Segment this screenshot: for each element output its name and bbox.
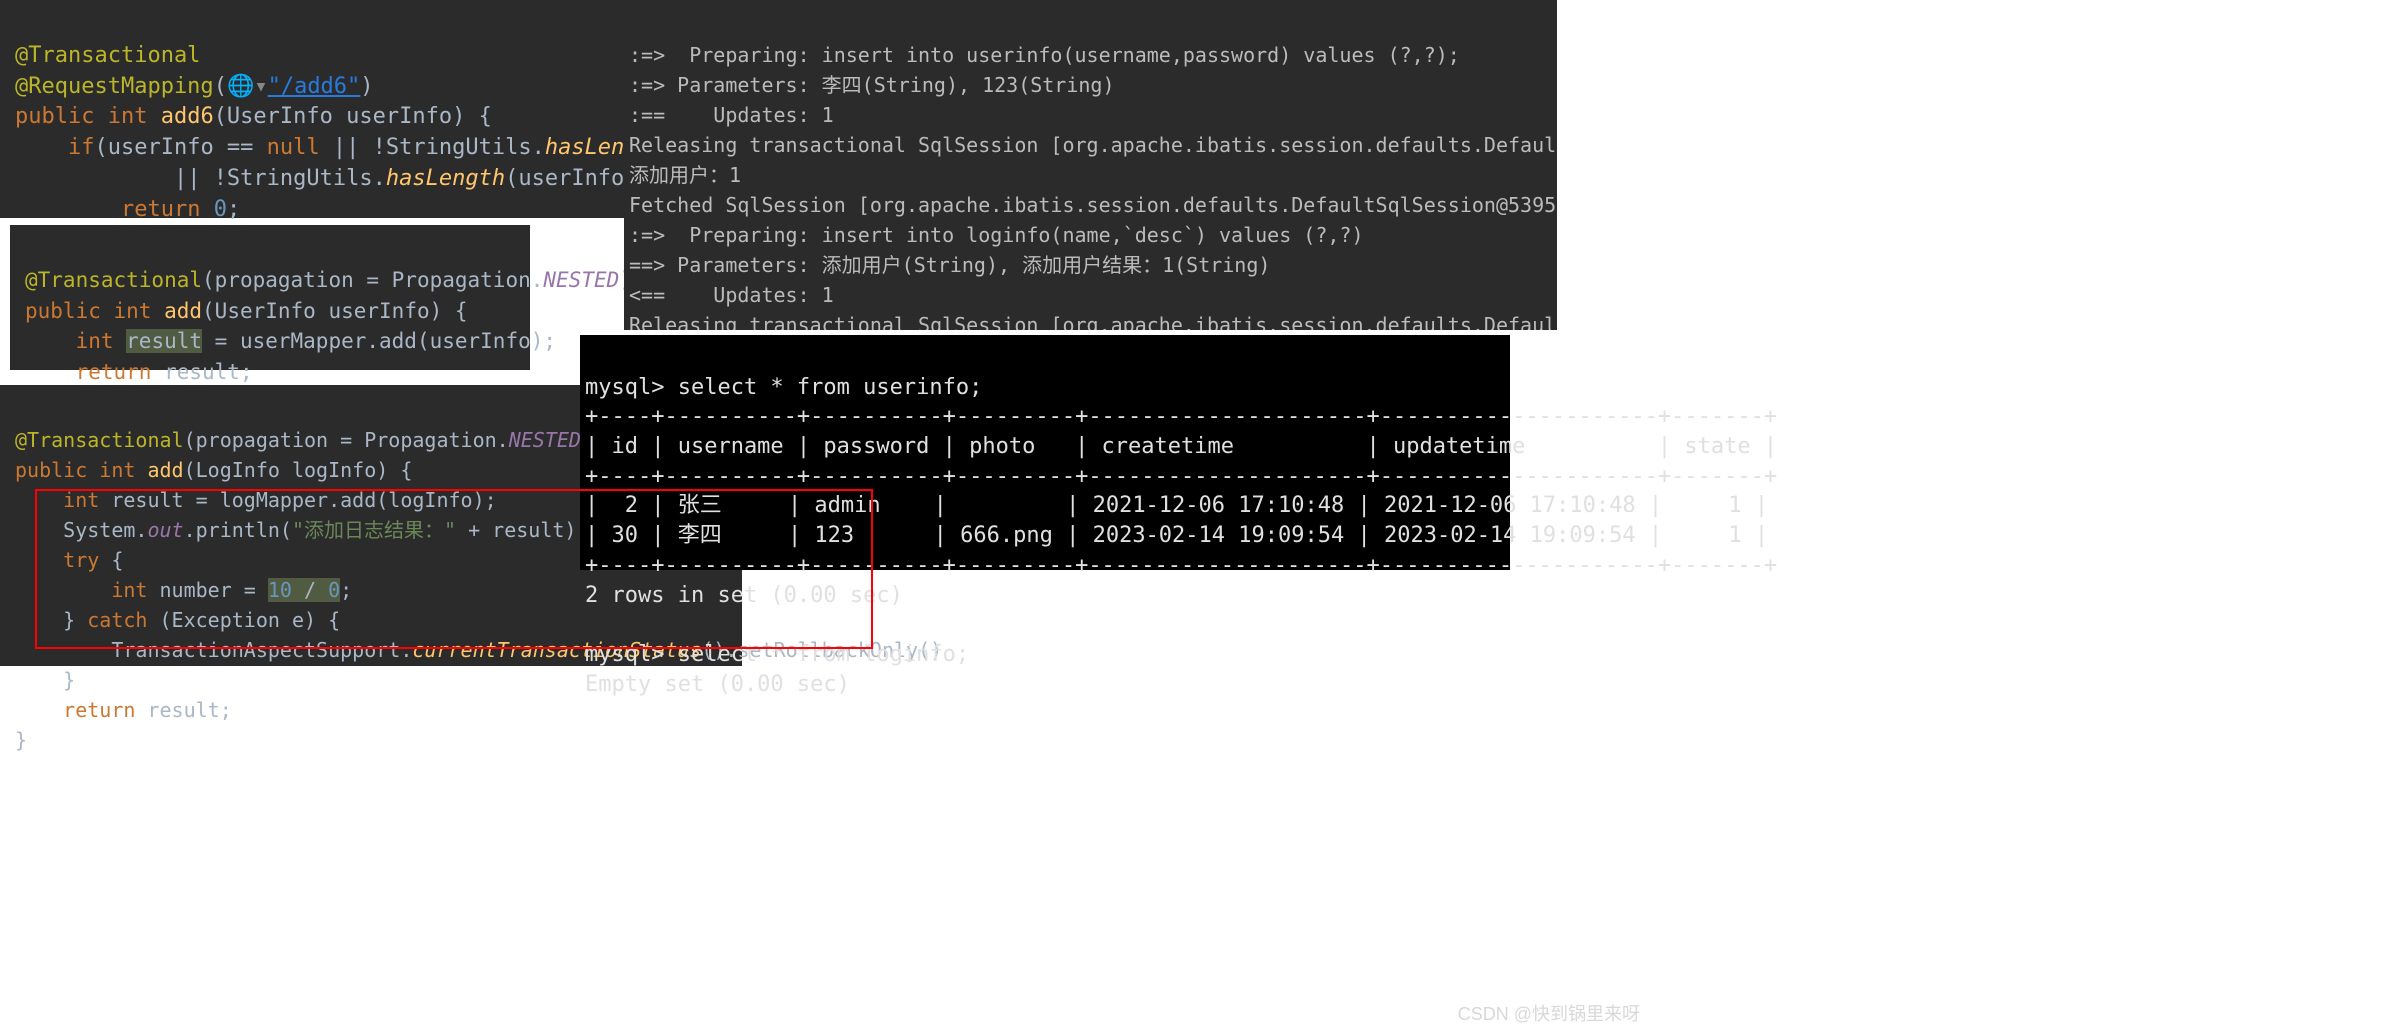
mysql-terminal[interactable]: mysql> select * from userinfo; +----+---… xyxy=(580,335,1510,570)
table-separator: +----+----------+----------+---------+--… xyxy=(585,464,1777,489)
annotation-transactional: @Transactional xyxy=(15,428,184,452)
method-add: add xyxy=(147,458,183,482)
annotation-transactional: @Transactional xyxy=(15,43,200,68)
table-header: | id | username | password | photo | cre… xyxy=(585,434,1777,459)
log-line: Releasing transactional SqlSession [org.… xyxy=(629,133,1557,157)
annotation-transactional: @Transactional xyxy=(25,268,202,292)
log-line: Releasing transactional SqlSession [org.… xyxy=(629,313,1557,330)
table-separator: +----+----------+----------+---------+--… xyxy=(585,404,1777,429)
table-row: | 30 | 李四 | 123 | 666.png | 2023-02-14 1… xyxy=(585,523,1768,548)
table-separator: +----+----------+----------+---------+--… xyxy=(585,553,1777,578)
table-row: | 2 | 张三 | admin | | 2021-12-06 17:10:48… xyxy=(585,493,1768,518)
log-line: :== Updates: 1 xyxy=(629,103,834,127)
code-editor-add6[interactable]: @Transactional @RequestMapping(🌐▾"/add6"… xyxy=(0,0,627,218)
log-line: :=> Preparing: insert into userinfo(user… xyxy=(629,43,1460,67)
log-line: Fetched SqlSession [org.apache.ibatis.se… xyxy=(629,193,1557,217)
sql-query: mysql> select * from loginfo; xyxy=(585,642,969,667)
annotation-requestmapping: @RequestMapping xyxy=(15,74,214,99)
code-editor-add-user[interactable]: @Transactional(propagation = Propagation… xyxy=(10,225,530,370)
watermark: CSDN @快到锅里来呀 xyxy=(1458,1000,1640,1026)
log-line: 添加用户：1 xyxy=(629,163,741,187)
log-line: :=> Preparing: insert into loginfo(name,… xyxy=(629,223,1364,247)
log-line: <== Updates: 1 xyxy=(629,283,834,307)
globe-icon: 🌐▾ xyxy=(227,74,268,99)
row-count: 2 rows in set (0.00 sec) xyxy=(585,583,903,608)
console-log[interactable]: :=> Preparing: insert into userinfo(user… xyxy=(624,0,1557,330)
method-add6: add6 xyxy=(161,104,214,129)
log-line: :=> Parameters: 李四(String), 123(String) xyxy=(629,73,1115,97)
endpoint-path[interactable]: "/add6" xyxy=(268,74,361,99)
empty-set: Empty set (0.00 sec) xyxy=(585,672,850,697)
log-line: ==> Parameters: 添加用户(String), 添加用户结果：1(S… xyxy=(629,253,1270,277)
method-add: add xyxy=(164,299,202,323)
sql-query: mysql> select * from userinfo; xyxy=(585,375,982,400)
